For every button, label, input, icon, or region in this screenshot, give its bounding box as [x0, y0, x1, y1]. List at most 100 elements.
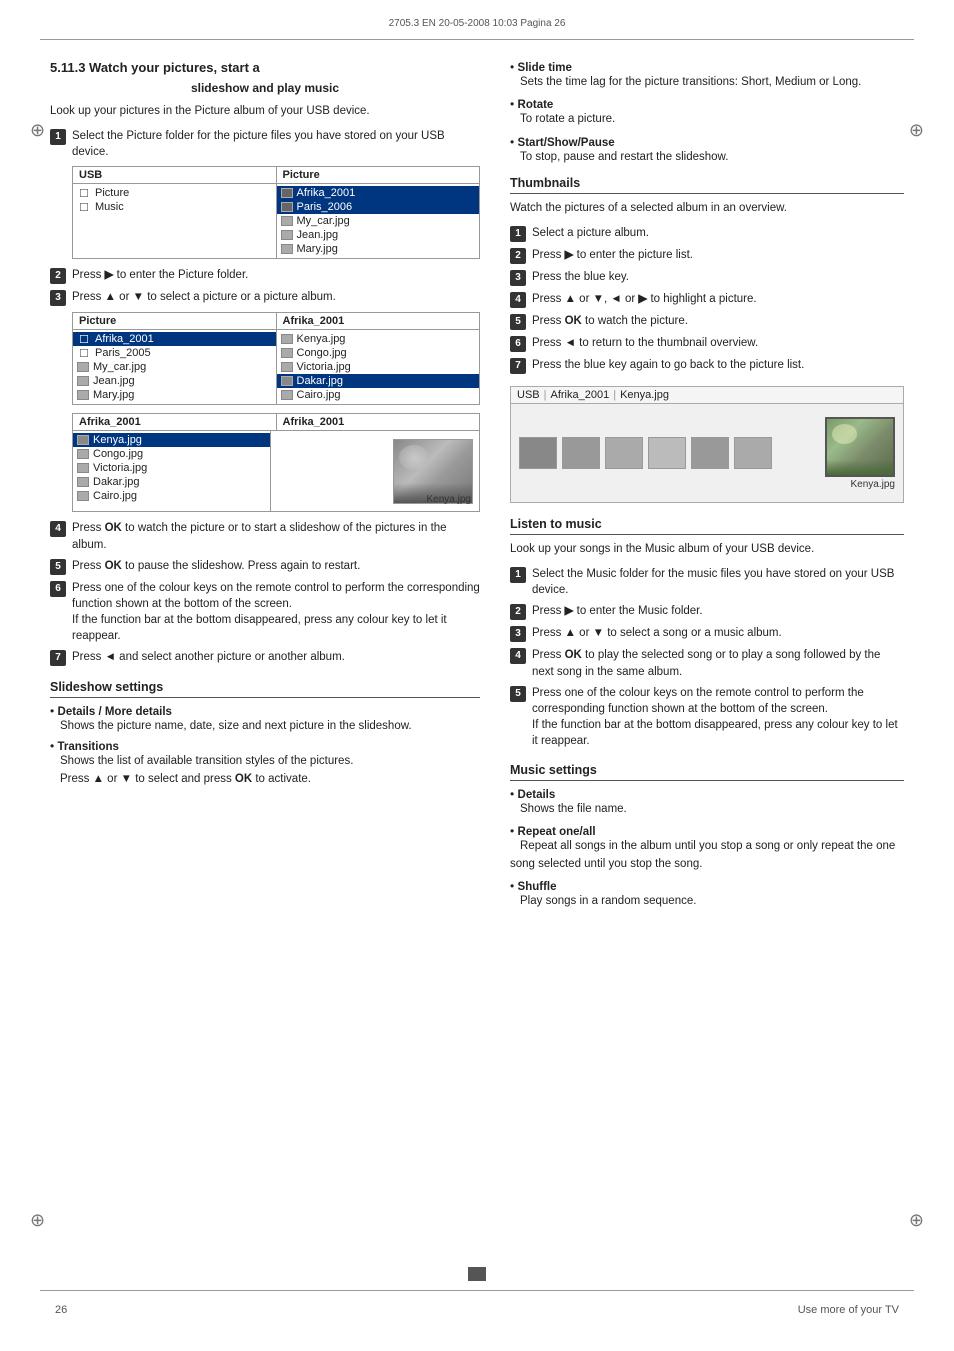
browser2-col2: Afrika_2001 — [277, 313, 480, 329]
step-1: 1 Select the Picture folder for the pict… — [50, 128, 480, 160]
cross-right-top: ⊕ — [909, 120, 924, 141]
music-settings-heading: Music settings — [510, 763, 904, 781]
browser2-right-panel: Kenya.jpg Congo.jpg Victoria.jpg Da — [277, 330, 480, 404]
footer: 26 Use more of your TV — [0, 1304, 954, 1316]
bullet-text-music-details: Shows the file name. — [520, 803, 627, 815]
doc-info: 2705.3 EN 20-05-2008 10:03 Pagina 26 — [389, 18, 566, 29]
listen-heading: Listen to music — [510, 517, 904, 535]
folder-icon — [77, 347, 91, 359]
item-label: Mary.jpg — [297, 243, 338, 255]
image-icon — [77, 491, 89, 501]
list-item: Cairo.jpg — [277, 388, 480, 402]
item-label: Paris_2006 — [297, 201, 353, 213]
bullet-dot: • — [50, 739, 58, 753]
step-text-2: Press ▶ to enter the Picture folder. — [72, 267, 480, 283]
main-content: 5.11.3 Watch your pictures, start a slid… — [0, 40, 954, 936]
item-label: Music — [95, 201, 124, 213]
step-text-4: Press OK to watch the picture or to star… — [72, 520, 480, 552]
bullet-shuffle: • Shuffle Play songs in a random sequenc… — [510, 879, 904, 910]
listen-step-3: 3 Press ▲ or ▼ to select a song or a mus… — [510, 625, 904, 642]
browser1-body: Picture Music Afrika_2001 — [73, 184, 479, 258]
large-thumb — [825, 417, 895, 477]
image-icon — [281, 188, 293, 198]
list-item: My_car.jpg — [73, 360, 276, 374]
breadcrumb: USB | Afrika_2001 | Kenya.jpg — [510, 386, 904, 403]
item-label: Dakar.jpg — [93, 476, 139, 488]
browser1-right-panel: Afrika_2001 Paris_2006 My_car.jpg J — [277, 184, 480, 258]
thumb-step-text-1: Select a picture album. — [532, 225, 904, 241]
listen-step-text-1: Select the Music folder for the music fi… — [532, 566, 904, 598]
folder-icon — [77, 201, 91, 213]
thumb-step-num-4: 4 — [510, 292, 526, 308]
left-column: 5.11.3 Watch your pictures, start a slid… — [50, 60, 480, 916]
thumb-step-num-1: 1 — [510, 226, 526, 242]
item-label: Congo.jpg — [93, 448, 143, 460]
item-label: Picture — [95, 187, 129, 199]
intro-text: Look up your pictures in the Picture alb… — [50, 103, 480, 120]
list-item: Congo.jpg — [73, 447, 270, 461]
thumbnails-heading: Thumbnails — [510, 176, 904, 194]
thumb-item — [605, 437, 643, 469]
image-icon — [281, 376, 293, 386]
step-num-7: 7 — [50, 650, 66, 666]
list-item: My_car.jpg — [277, 214, 480, 228]
thumb-step-text-3: Press the blue key. — [532, 269, 904, 285]
step-num-2: 2 — [50, 268, 66, 284]
list-item: Paris_2005 — [73, 346, 276, 360]
bullet-label-details: Details / More details — [58, 706, 172, 718]
bullet-details: • Details / More details Shows the pictu… — [50, 704, 480, 735]
browser3-col1: Afrika_2001 — [73, 414, 277, 430]
item-label: Afrika_2001 — [297, 187, 356, 199]
bullet-text-details: Shows the picture name, date, size and n… — [60, 720, 412, 732]
thumb-step-num-5: 5 — [510, 314, 526, 330]
bullet-text-rotate: To rotate a picture. — [520, 113, 615, 125]
thumb-step-4: 4 Press ▲ or ▼, ◄ or ▶ to highlight a pi… — [510, 291, 904, 308]
list-item: Afrika_2001 — [277, 186, 480, 200]
list-item: Mary.jpg — [73, 388, 276, 402]
thumb-item — [734, 437, 772, 469]
item-label: Congo.jpg — [297, 347, 347, 359]
listen-step-2: 2 Press ▶ to enter the Music folder. — [510, 603, 904, 620]
cross-left-top: ⊕ — [30, 120, 45, 141]
bullet-slide-time: • Slide time Sets the time lag for the p… — [510, 60, 904, 91]
listen-step-num-2: 2 — [510, 604, 526, 620]
list-item: Music — [73, 200, 276, 214]
thumb-grid: Kenya.jpg — [510, 403, 904, 503]
item-label: Jean.jpg — [297, 229, 339, 241]
listen-section: Listen to music Look up your songs in th… — [510, 517, 904, 910]
thumb-step-7: 7 Press the blue key again to go back to… — [510, 357, 904, 374]
bullet-repeat: • Repeat one/all Repeat all songs in the… — [510, 824, 904, 873]
list-item: Afrika_2001 — [73, 332, 276, 346]
thumb-step-num-2: 2 — [510, 248, 526, 264]
thumb-step-text-5: Press OK to watch the picture. — [532, 313, 904, 329]
thumb-item — [562, 437, 600, 469]
bullet-dot: • — [510, 824, 518, 838]
step-num-6: 6 — [50, 581, 66, 597]
bullet-dot: • — [510, 60, 518, 74]
image-icon — [281, 216, 293, 226]
thumb-step-1: 1 Select a picture album. — [510, 225, 904, 242]
listen-step-num-5: 5 — [510, 686, 526, 702]
step-num-5: 5 — [50, 559, 66, 575]
bullet-music-details: • Details Shows the file name. — [510, 787, 904, 818]
step-text-5: Press OK to pause the slideshow. Press a… — [72, 558, 480, 574]
list-item: Congo.jpg — [277, 346, 480, 360]
cross-right-bottom: ⊕ — [909, 1210, 924, 1231]
right-column: • Slide time Sets the time lag for the p… — [510, 60, 904, 916]
thumb-item — [519, 437, 557, 469]
thumb-item — [648, 437, 686, 469]
list-item: Victoria.jpg — [73, 461, 270, 475]
browser1-left-panel: Picture Music — [73, 184, 277, 258]
image-icon — [77, 376, 89, 386]
large-thumb-label: Kenya.jpg — [851, 479, 895, 490]
image-icon — [281, 348, 293, 358]
item-label: Jean.jpg — [93, 375, 135, 387]
browser2-left-panel: Afrika_2001 Paris_2005 My_car.jpg J — [73, 330, 277, 404]
thumbnail-viewer: USB | Afrika_2001 | Kenya.jpg — [510, 386, 904, 503]
thumb-step-text-2: Press ▶ to enter the picture list. — [532, 247, 904, 263]
bottom-rect — [468, 1267, 486, 1281]
music-settings-section: Music settings • Details Shows the file … — [510, 763, 904, 910]
image-icon — [77, 390, 89, 400]
browser1-col2: Picture — [277, 167, 480, 183]
image-icon — [281, 334, 293, 344]
